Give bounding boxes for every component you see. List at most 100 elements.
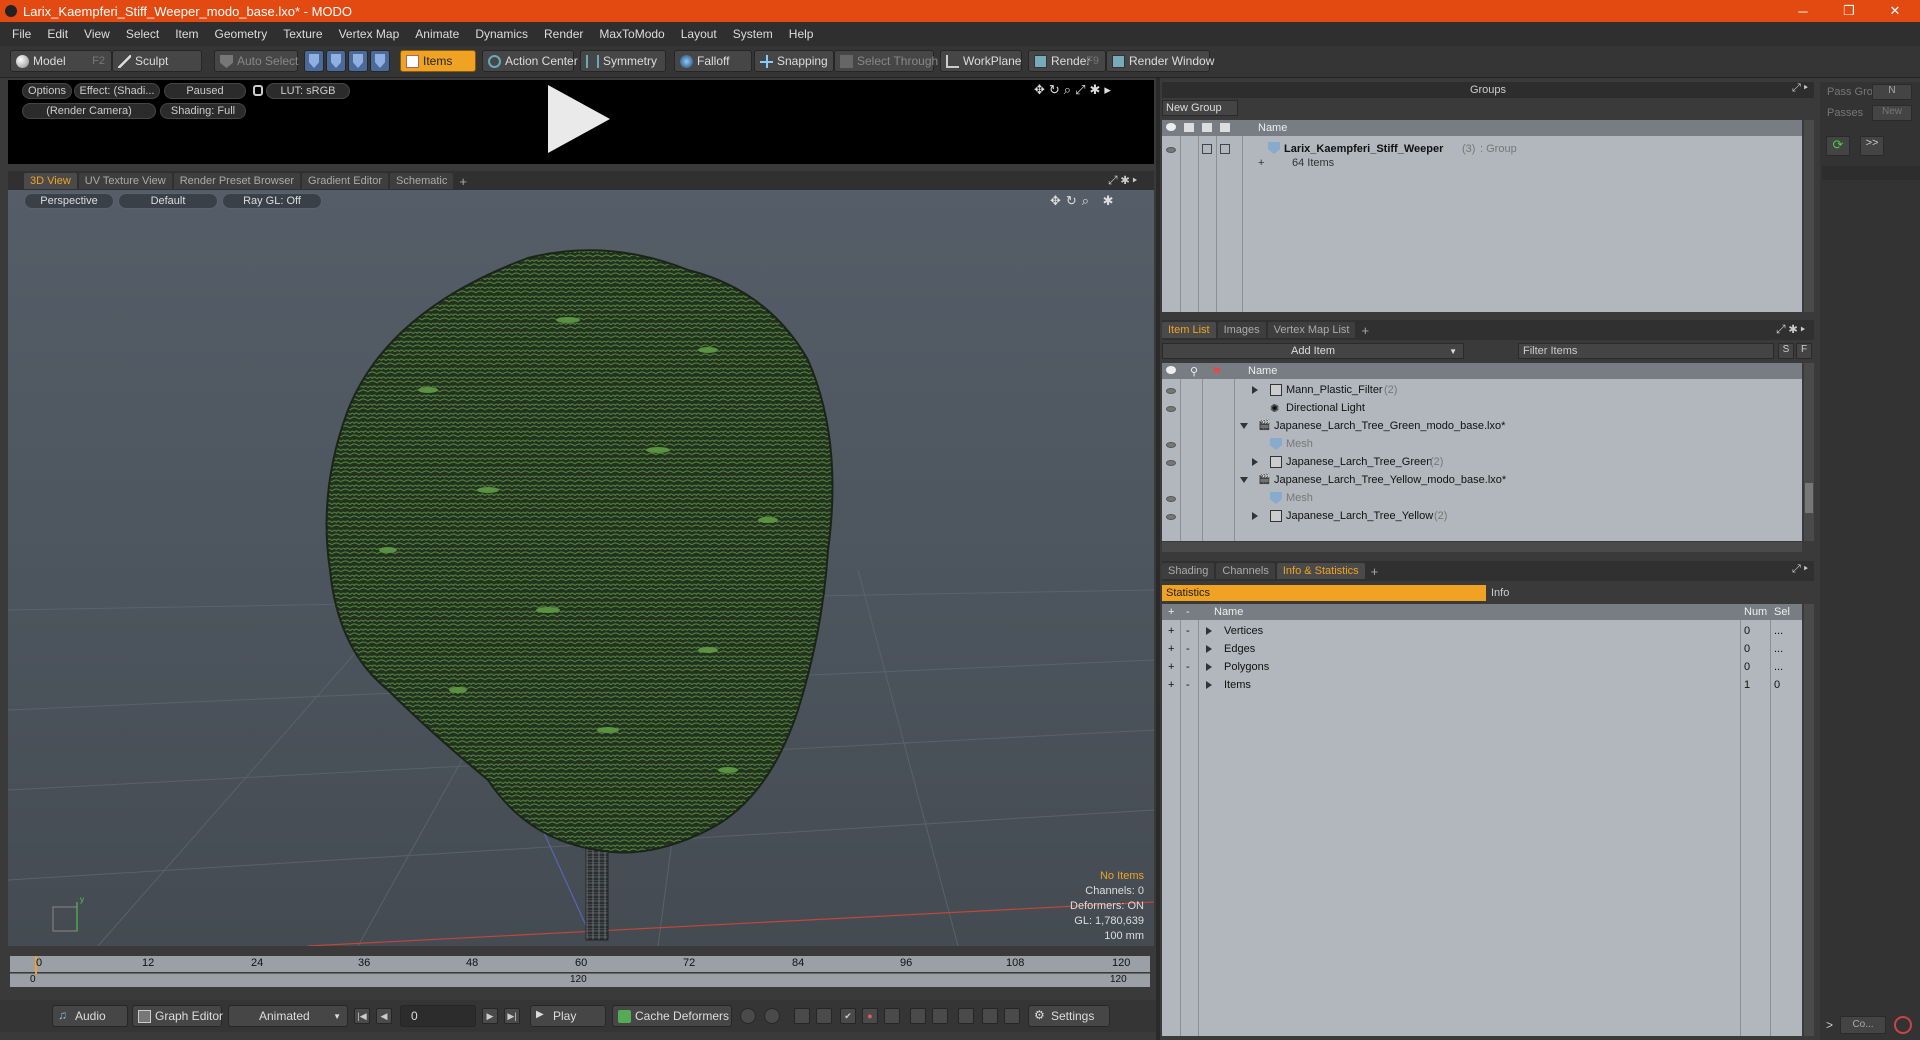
stats-panel-icons[interactable]: ⤢▸ xyxy=(1792,563,1811,576)
audio-button[interactable]: ♫ Audio xyxy=(52,1005,128,1027)
add-icon[interactable]: + xyxy=(1168,661,1174,673)
prev-frame-button[interactable]: ◀ xyxy=(376,1008,392,1024)
preview-lut-dropdown[interactable]: LUT: sRGB xyxy=(266,83,350,99)
groups-list[interactable]: Name Larix_Kaempferi_Stiff_Weeper (3) : … xyxy=(1162,120,1802,312)
menu-geometry[interactable]: Geometry xyxy=(207,27,276,41)
3d-viewport[interactable]: y Perspective Default Ray GL: Off ✥↻⌕ ✱ … xyxy=(8,190,1154,946)
menu-dynamics[interactable]: Dynamics xyxy=(467,27,536,41)
preview-nav-icons[interactable]: ✥↻⌕⤢✱▸ xyxy=(1034,82,1115,98)
new-group-button[interactable]: New Group xyxy=(1162,100,1238,116)
expand-icon[interactable] xyxy=(1206,627,1212,635)
render-window-button[interactable]: Render Window xyxy=(1106,50,1214,72)
materials-mode-button[interactable] xyxy=(370,50,390,72)
tab-channels[interactable]: Channels xyxy=(1216,563,1275,579)
auto-key-icon[interactable] xyxy=(764,1008,780,1024)
tab-info-statistics[interactable]: Info & Statistics xyxy=(1276,563,1365,579)
tab-3d-view[interactable]: 3D View xyxy=(24,173,77,189)
menu-select[interactable]: Select xyxy=(118,27,167,41)
expand-icon[interactable] xyxy=(1206,681,1212,689)
record-icon[interactable]: ● xyxy=(862,1008,878,1024)
close-button[interactable]: ✕ xyxy=(1872,0,1918,22)
tab-shading[interactable]: Shading xyxy=(1162,563,1215,579)
filter-items-input[interactable]: Filter Items xyxy=(1518,343,1774,359)
add-icon[interactable]: + xyxy=(1168,625,1174,637)
expand-icon[interactable] xyxy=(1252,512,1258,520)
select-through-button[interactable]: Select Through xyxy=(834,50,938,72)
itemlist-h-scrollbar[interactable] xyxy=(1162,542,1802,552)
stats-row-items[interactable]: + - Items 1 0 xyxy=(1162,676,1802,694)
check-icon[interactable]: ✔ xyxy=(840,1008,856,1024)
symmetry-button[interactable]: Symmetry xyxy=(580,50,666,72)
itemlist-panel-icons[interactable]: ⤢✱▸ xyxy=(1776,322,1808,337)
stats-row-vertices[interactable]: + - Vertices 0 ... xyxy=(1162,622,1802,640)
vertices-mode-button[interactable] xyxy=(304,50,324,72)
add-tab-button[interactable]: + xyxy=(1367,564,1383,579)
list-item-green-mesh[interactable]: Mesh xyxy=(1162,435,1802,453)
maximize-button[interactable]: ❐ xyxy=(1826,0,1872,22)
render-button[interactable]: Render F9 xyxy=(1028,50,1106,72)
tab-item-list[interactable]: Item List xyxy=(1162,322,1216,338)
menu-file[interactable]: File xyxy=(0,27,39,41)
key-icon[interactable] xyxy=(740,1008,756,1024)
collapse-icon[interactable] xyxy=(1240,477,1248,483)
auto-select-button[interactable]: Auto Select xyxy=(214,50,298,72)
preview-camera-dropdown[interactable]: (Render Camera) xyxy=(22,103,156,119)
cache-deformers-button[interactable]: Cache Deformers xyxy=(612,1005,732,1027)
tab-uv-texture-view[interactable]: UV Texture View xyxy=(78,173,172,189)
groups-panel-icons[interactable]: ⤢▸ xyxy=(1792,82,1811,95)
polygons-mode-button[interactable] xyxy=(348,50,368,72)
statistics-tab[interactable]: Statistics xyxy=(1162,585,1486,601)
remove-icon[interactable]: - xyxy=(1186,679,1190,691)
items-mode-button[interactable]: Items xyxy=(400,50,476,72)
animated-dropdown[interactable]: Animated ▼ xyxy=(228,1005,348,1027)
menu-layout[interactable]: Layout xyxy=(673,27,725,41)
snapping-button[interactable]: Snapping xyxy=(754,50,834,72)
play-icon[interactable] xyxy=(548,85,610,153)
sync-icon[interactable] xyxy=(1004,1008,1020,1024)
remove-icon[interactable]: - xyxy=(1186,643,1190,655)
collapse-icon[interactable] xyxy=(1240,423,1248,429)
expand-icon[interactable] xyxy=(1206,645,1212,653)
timeline[interactable]: 0 12 24 36 48 60 72 84 96 108 120 0 120 … xyxy=(8,953,1154,993)
filter-s-button[interactable]: S xyxy=(1778,343,1794,359)
menu-edit[interactable]: Edit xyxy=(39,27,76,41)
expand-icon[interactable] xyxy=(1252,458,1258,466)
jump-end-icon[interactable] xyxy=(932,1008,948,1024)
menu-system[interactable]: System xyxy=(725,27,781,41)
eye-icon[interactable] xyxy=(1166,406,1176,412)
edges-mode-button[interactable] xyxy=(326,50,346,72)
add-tab-button[interactable]: + xyxy=(1357,323,1373,338)
settings-button[interactable]: ⚙ Settings xyxy=(1028,1005,1110,1027)
eye-icon[interactable] xyxy=(1166,147,1176,153)
viewport-nav-icons[interactable]: ✥↻⌕ ✱ xyxy=(1050,193,1119,209)
model-mode-button[interactable]: Model F2 xyxy=(10,50,112,72)
preview-effect-dropdown[interactable]: Effect: (Shadi... xyxy=(74,83,160,99)
list-item-directional-light[interactable]: ✺ Directional Light xyxy=(1162,399,1802,417)
remove-icon[interactable]: - xyxy=(1186,661,1190,673)
checkbox-icon[interactable] xyxy=(1202,144,1212,154)
more-button[interactable]: >> xyxy=(1860,136,1884,156)
list-item-green-scene[interactable]: 🎬 Japanese_Larch_Tree_Green_modo_base.lx… xyxy=(1162,417,1802,435)
preview-options-button[interactable]: Options xyxy=(22,83,72,99)
preview-shading-dropdown[interactable]: Shading: Full xyxy=(160,103,246,119)
eye-icon[interactable] xyxy=(1166,514,1176,520)
menu-animate[interactable]: Animate xyxy=(407,27,467,41)
shading-default-dropdown[interactable]: Default xyxy=(118,193,218,209)
list-item-yellow-scene[interactable]: 🎬 Japanese_Larch_Tree_Yellow_modo_base.l… xyxy=(1162,471,1802,489)
stats-row-edges[interactable]: + - Edges 0 ... xyxy=(1162,640,1802,658)
info-tab[interactable]: Info xyxy=(1487,585,1814,601)
list-item-green-tree[interactable]: Japanese_Larch_Tree_Green (2) xyxy=(1162,453,1802,471)
loop-icon[interactable] xyxy=(982,1008,998,1024)
stats-row-polygons[interactable]: + - Polygons 0 ... xyxy=(1162,658,1802,676)
tab-vertex-map-list[interactable]: Vertex Map List xyxy=(1267,322,1356,338)
menu-view[interactable]: View xyxy=(76,27,118,41)
menu-maxtomodo[interactable]: MaxToModo xyxy=(591,27,672,41)
next-key-icon[interactable] xyxy=(816,1008,832,1024)
tab-gradient-editor[interactable]: Gradient Editor xyxy=(302,173,388,189)
view-panel-icons[interactable]: ⤢✱▸ xyxy=(1108,173,1140,188)
item-list[interactable]: ⚲ ⚑ Name Mann_Plastic_Filter (2) ✺ Direc… xyxy=(1162,363,1802,541)
list-item-mann-plastic-filter[interactable]: Mann_Plastic_Filter (2) xyxy=(1162,381,1802,399)
preview-paused-toggle[interactable]: Paused xyxy=(164,83,246,99)
menu-vertex-map[interactable]: Vertex Map xyxy=(331,27,408,41)
groups-scrollbar[interactable] xyxy=(1804,120,1814,312)
